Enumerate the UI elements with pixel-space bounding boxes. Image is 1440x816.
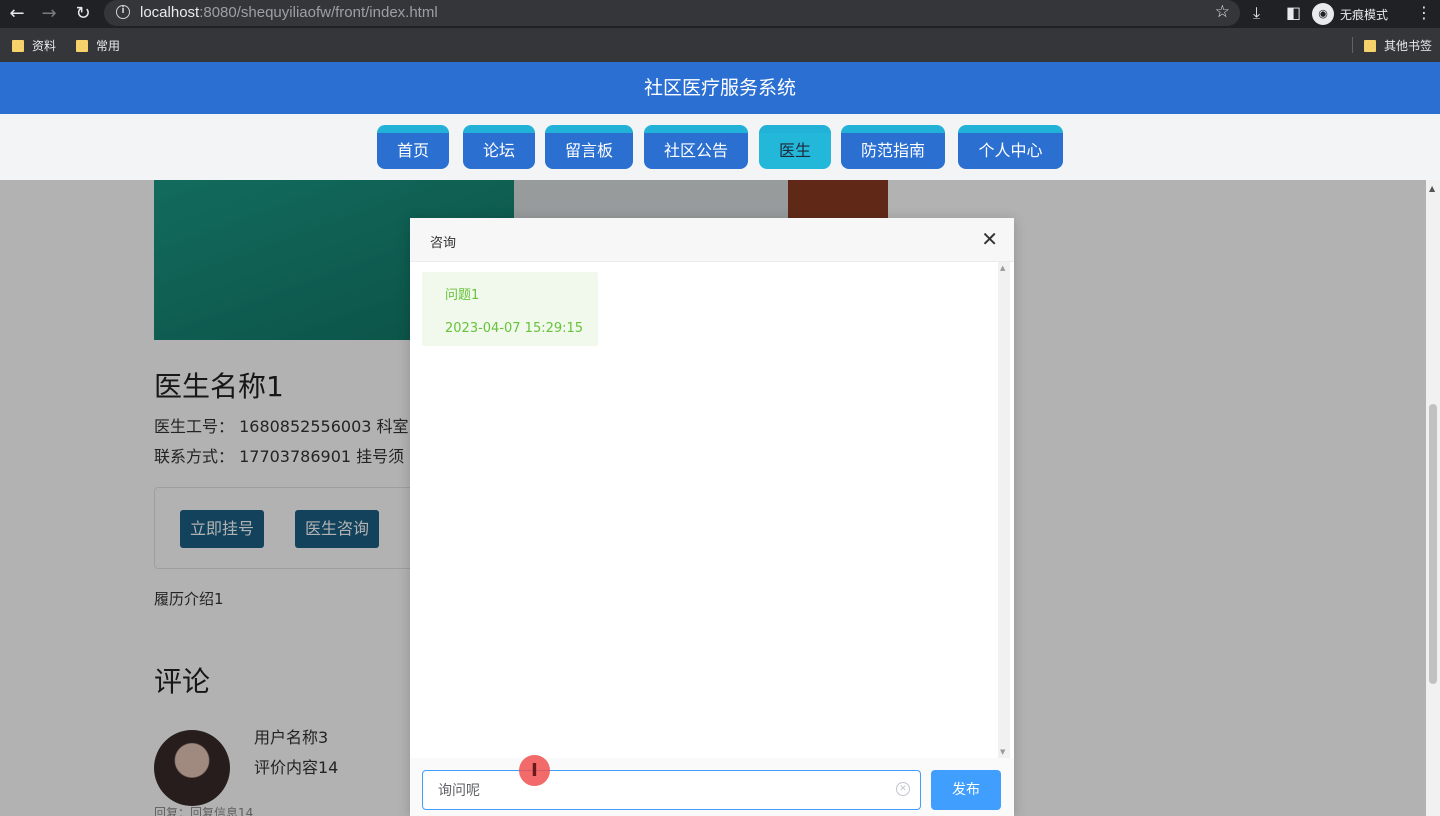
info-icon[interactable]: i bbox=[116, 5, 130, 19]
incognito-indicator[interactable]: ◉ 无痕模式 bbox=[1312, 2, 1388, 26]
download-icon[interactable]: ⤓ bbox=[1253, 3, 1260, 23]
menu-icon[interactable]: ⋮ bbox=[1416, 3, 1432, 22]
dialog-title: 咨询 bbox=[430, 236, 457, 251]
scroll-down-icon[interactable]: ▼ bbox=[1000, 748, 1005, 756]
chat-message: 问题1 2023-04-07 15:29:15 bbox=[422, 272, 598, 346]
chat-scrollbar[interactable]: ▲ ▼ bbox=[998, 262, 1010, 758]
back-icon[interactable]: ← bbox=[6, 3, 28, 25]
address-bar[interactable]: i localhost:8080/shequyiliaofw/front/ind… bbox=[104, 0, 1240, 26]
nav-personal-center[interactable]: 个人中心 bbox=[958, 125, 1063, 169]
nav-message-board[interactable]: 留言板 bbox=[545, 125, 633, 169]
url-text[interactable]: localhost:8080/shequyiliaofw/front/index… bbox=[140, 4, 438, 21]
message-text: 问题1 bbox=[445, 288, 480, 303]
reload-icon[interactable]: ↻ bbox=[72, 3, 94, 25]
clear-icon[interactable]: ✕ bbox=[896, 782, 910, 796]
input-row: ✕ 发布 bbox=[410, 758, 1014, 816]
sidepanel-icon[interactable]: ◧ bbox=[1286, 3, 1301, 22]
bookmark-star-icon[interactable]: ☆ bbox=[1215, 2, 1230, 22]
text-cursor-icon: I bbox=[519, 755, 550, 786]
incognito-icon: ◉ bbox=[1312, 3, 1334, 25]
scroll-up-icon[interactable]: ▲ bbox=[1000, 264, 1005, 272]
main-nav: 首页 论坛 留言板 社区公告 医生 防范指南 个人中心 bbox=[0, 114, 1440, 180]
other-bookmarks-label: 其他书签 bbox=[1384, 39, 1433, 53]
nav-announcements[interactable]: 社区公告 bbox=[644, 125, 748, 169]
bookmark-label: 常用 bbox=[96, 39, 121, 53]
consult-input[interactable] bbox=[422, 770, 921, 810]
close-icon[interactable]: ✕ bbox=[981, 228, 998, 250]
incognito-label: 无痕模式 bbox=[1340, 7, 1389, 22]
browser-toolbar: ← → ↻ i localhost:8080/shequyiliaofw/fro… bbox=[0, 0, 1440, 28]
url-path: :8080/shequyiliaofw/front/index.html bbox=[199, 4, 438, 21]
consult-dialog: 咨询 ✕ 问题1 2023-04-07 15:29:15 ▲ ▼ ✕ 发布 bbox=[410, 218, 1014, 816]
bookmarks-bar: 资料 常用 其他书签 bbox=[0, 28, 1440, 62]
message-time: 2023-04-07 15:29:15 bbox=[445, 321, 584, 336]
url-host: localhost bbox=[140, 4, 200, 21]
other-bookmarks[interactable]: 其他书签 bbox=[1364, 37, 1432, 54]
chat-area: 问题1 2023-04-07 15:29:15 bbox=[410, 262, 998, 758]
folder-icon bbox=[76, 39, 88, 52]
dialog-header: 咨询 ✕ bbox=[410, 218, 1014, 262]
publish-button[interactable]: 发布 bbox=[931, 770, 1001, 810]
scroll-up-icon[interactable]: ▲ bbox=[1429, 184, 1435, 193]
bookmark-folder-changyong[interactable]: 常用 bbox=[76, 37, 120, 54]
folder-icon bbox=[1364, 39, 1376, 52]
scrollbar-thumb[interactable] bbox=[1429, 404, 1437, 684]
forward-icon[interactable]: → bbox=[38, 3, 60, 25]
site-title: 社区医疗服务系统 bbox=[0, 62, 1440, 114]
nav-doctor[interactable]: 医生 bbox=[759, 125, 831, 169]
nav-forum[interactable]: 论坛 bbox=[463, 125, 535, 169]
nav-prevention-guide[interactable]: 防范指南 bbox=[841, 125, 945, 169]
nav-home[interactable]: 首页 bbox=[377, 125, 449, 169]
bookmark-separator bbox=[1352, 37, 1353, 53]
bookmark-folder-ziliao[interactable]: 资料 bbox=[12, 37, 56, 54]
page-scrollbar[interactable]: ▲ bbox=[1426, 180, 1440, 816]
folder-icon bbox=[12, 39, 24, 52]
bookmark-label: 资料 bbox=[32, 39, 57, 53]
